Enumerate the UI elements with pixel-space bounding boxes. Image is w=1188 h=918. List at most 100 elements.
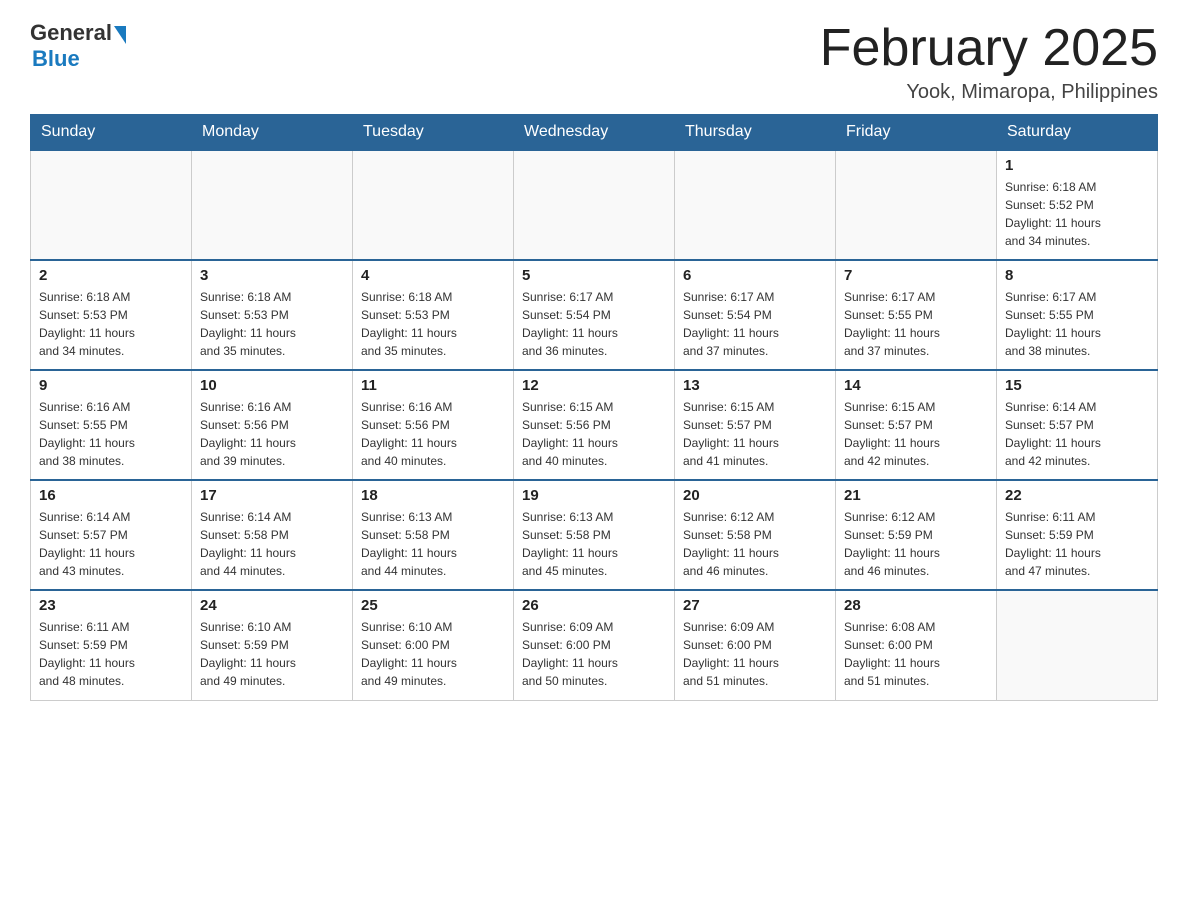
- calendar-cell: 23Sunrise: 6:11 AM Sunset: 5:59 PM Dayli…: [31, 590, 192, 700]
- subtitle: Yook, Mimaropa, Philippines: [820, 81, 1158, 104]
- calendar-cell: [192, 150, 353, 260]
- day-info: Sunrise: 6:16 AM Sunset: 5:55 PM Dayligh…: [39, 398, 183, 470]
- day-info: Sunrise: 6:12 AM Sunset: 5:59 PM Dayligh…: [844, 508, 988, 580]
- day-info: Sunrise: 6:08 AM Sunset: 6:00 PM Dayligh…: [844, 618, 988, 690]
- day-number: 23: [39, 597, 183, 614]
- weekday-header-wednesday: Wednesday: [514, 115, 675, 151]
- calendar-cell: [514, 150, 675, 260]
- calendar-cell: 11 Sunrise: 6:16 AM Sunset: 5:56 PM Dayli…: [353, 370, 514, 480]
- day-number: 6: [683, 267, 827, 284]
- calendar-cell: 9 Sunrise: 6:16 AM Sunset: 5:55 PM Daylig…: [31, 370, 192, 480]
- day-info: Sunrise: 6:10 AM Sunset: 5:59 PM Dayligh…: [200, 618, 344, 690]
- calendar-cell: 18 Sunrise: 6:13 AM Sunset: 5:58 PM Dayli…: [353, 480, 514, 590]
- day-number: 18: [361, 487, 505, 504]
- day-number: 19: [522, 487, 666, 504]
- day-info: Sunrise: 6:18 AM Sunset: 5:52 PM Dayligh…: [1005, 178, 1149, 250]
- day-info: Sunrise: 6:14 AM Sunset: 5:57 PM Dayligh…: [1005, 398, 1149, 470]
- day-number: 15: [1005, 377, 1149, 394]
- day-info: Sunrise: 6:17 AM Sunset: 5:55 PM Dayligh…: [844, 288, 988, 360]
- day-info: Sunrise: 6:18 AM Sunset: 5:53 PM Dayligh…: [361, 288, 505, 360]
- day-number: 26: [522, 597, 666, 614]
- calendar-cell: 6 Sunrise: 6:17 AM Sunset: 5:54 PM Daylig…: [675, 260, 836, 370]
- day-info: Sunrise: 6:09 AM Sunset: 6:00 PM Dayligh…: [683, 618, 827, 690]
- calendar-cell: 24Sunrise: 6:10 AM Sunset: 5:59 PM Dayli…: [192, 590, 353, 700]
- calendar-cell: 28 Sunrise: 6:08 AM Sunset: 6:00 PM Dayli…: [836, 590, 997, 700]
- day-info: Sunrise: 6:17 AM Sunset: 5:54 PM Dayligh…: [522, 288, 666, 360]
- day-number: 10: [200, 377, 344, 394]
- day-info: Sunrise: 6:13 AM Sunset: 5:58 PM Dayligh…: [361, 508, 505, 580]
- day-number: 22: [1005, 487, 1149, 504]
- day-info: Sunrise: 6:15 AM Sunset: 5:56 PM Dayligh…: [522, 398, 666, 470]
- logo-triangle-icon: [114, 26, 126, 44]
- day-info: Sunrise: 6:14 AM Sunset: 5:57 PM Dayligh…: [39, 508, 183, 580]
- calendar-week-row: 16Sunrise: 6:14 AM Sunset: 5:57 PM Dayli…: [31, 480, 1158, 590]
- day-info: Sunrise: 6:15 AM Sunset: 5:57 PM Dayligh…: [683, 398, 827, 470]
- weekday-header-thursday: Thursday: [675, 115, 836, 151]
- calendar-cell: 12Sunrise: 6:15 AM Sunset: 5:56 PM Dayli…: [514, 370, 675, 480]
- calendar-cell: 13 Sunrise: 6:15 AM Sunset: 5:57 PM Dayli…: [675, 370, 836, 480]
- day-number: 1: [1005, 157, 1149, 174]
- calendar-cell: 17Sunrise: 6:14 AM Sunset: 5:58 PM Dayli…: [192, 480, 353, 590]
- day-info: Sunrise: 6:18 AM Sunset: 5:53 PM Dayligh…: [39, 288, 183, 360]
- calendar-cell: [353, 150, 514, 260]
- calendar-cell: 20 Sunrise: 6:12 AM Sunset: 5:58 PM Dayli…: [675, 480, 836, 590]
- page-header: General Blue February 2025 Yook, Mimarop…: [30, 20, 1158, 104]
- day-number: 21: [844, 487, 988, 504]
- day-number: 11: [361, 377, 505, 394]
- weekday-header-tuesday: Tuesday: [353, 115, 514, 151]
- calendar-week-row: 2 Sunrise: 6:18 AM Sunset: 5:53 PM Daylig…: [31, 260, 1158, 370]
- weekday-header-sunday: Sunday: [31, 115, 192, 151]
- logo: General Blue: [30, 20, 126, 72]
- day-number: 2: [39, 267, 183, 284]
- day-info: Sunrise: 6:17 AM Sunset: 5:54 PM Dayligh…: [683, 288, 827, 360]
- day-number: 20: [683, 487, 827, 504]
- day-info: Sunrise: 6:12 AM Sunset: 5:58 PM Dayligh…: [683, 508, 827, 580]
- day-number: 17: [200, 487, 344, 504]
- weekday-header-monday: Monday: [192, 115, 353, 151]
- calendar-cell: [31, 150, 192, 260]
- calendar-cell: 3Sunrise: 6:18 AM Sunset: 5:53 PM Daylig…: [192, 260, 353, 370]
- weekday-header-saturday: Saturday: [997, 115, 1158, 151]
- day-info: Sunrise: 6:18 AM Sunset: 5:53 PM Dayligh…: [200, 288, 344, 360]
- day-info: Sunrise: 6:09 AM Sunset: 6:00 PM Dayligh…: [522, 618, 666, 690]
- calendar-week-row: 9 Sunrise: 6:16 AM Sunset: 5:55 PM Daylig…: [31, 370, 1158, 480]
- calendar-cell: 2 Sunrise: 6:18 AM Sunset: 5:53 PM Daylig…: [31, 260, 192, 370]
- calendar-table: SundayMondayTuesdayWednesdayThursdayFrid…: [30, 114, 1158, 701]
- calendar-cell: 8 Sunrise: 6:17 AM Sunset: 5:55 PM Daylig…: [997, 260, 1158, 370]
- calendar-cell: [675, 150, 836, 260]
- calendar-week-row: 1 Sunrise: 6:18 AM Sunset: 5:52 PM Daylig…: [31, 150, 1158, 260]
- calendar-cell: 14 Sunrise: 6:15 AM Sunset: 5:57 PM Dayli…: [836, 370, 997, 480]
- logo-blue-text: Blue: [32, 46, 80, 72]
- day-number: 14: [844, 377, 988, 394]
- calendar-cell: 16Sunrise: 6:14 AM Sunset: 5:57 PM Dayli…: [31, 480, 192, 590]
- day-number: 9: [39, 377, 183, 394]
- day-info: Sunrise: 6:16 AM Sunset: 5:56 PM Dayligh…: [200, 398, 344, 470]
- logo-general-text: General: [30, 20, 112, 46]
- calendar-cell: 22 Sunrise: 6:11 AM Sunset: 5:59 PM Dayli…: [997, 480, 1158, 590]
- day-number: 28: [844, 597, 988, 614]
- calendar-cell: 1 Sunrise: 6:18 AM Sunset: 5:52 PM Daylig…: [997, 150, 1158, 260]
- calendar-cell: 10 Sunrise: 6:16 AM Sunset: 5:56 PM Dayli…: [192, 370, 353, 480]
- calendar-cell: 5 Sunrise: 6:17 AM Sunset: 5:54 PM Daylig…: [514, 260, 675, 370]
- calendar-cell: 15 Sunrise: 6:14 AM Sunset: 5:57 PM Dayli…: [997, 370, 1158, 480]
- weekday-header-row: SundayMondayTuesdayWednesdayThursdayFrid…: [31, 115, 1158, 151]
- day-number: 7: [844, 267, 988, 284]
- day-info: Sunrise: 6:15 AM Sunset: 5:57 PM Dayligh…: [844, 398, 988, 470]
- calendar-cell: 19Sunrise: 6:13 AM Sunset: 5:58 PM Dayli…: [514, 480, 675, 590]
- calendar-cell: 27 Sunrise: 6:09 AM Sunset: 6:00 PM Dayli…: [675, 590, 836, 700]
- calendar-header: SundayMondayTuesdayWednesdayThursdayFrid…: [31, 115, 1158, 151]
- weekday-header-friday: Friday: [836, 115, 997, 151]
- calendar-body: 1 Sunrise: 6:18 AM Sunset: 5:52 PM Daylig…: [31, 150, 1158, 700]
- calendar-cell: [836, 150, 997, 260]
- day-number: 4: [361, 267, 505, 284]
- main-title: February 2025: [820, 20, 1158, 77]
- calendar-cell: 21 Sunrise: 6:12 AM Sunset: 5:59 PM Dayli…: [836, 480, 997, 590]
- day-number: 13: [683, 377, 827, 394]
- day-info: Sunrise: 6:11 AM Sunset: 5:59 PM Dayligh…: [1005, 508, 1149, 580]
- day-info: Sunrise: 6:17 AM Sunset: 5:55 PM Dayligh…: [1005, 288, 1149, 360]
- day-number: 27: [683, 597, 827, 614]
- day-number: 5: [522, 267, 666, 284]
- day-number: 8: [1005, 267, 1149, 284]
- day-info: Sunrise: 6:16 AM Sunset: 5:56 PM Dayligh…: [361, 398, 505, 470]
- day-number: 25: [361, 597, 505, 614]
